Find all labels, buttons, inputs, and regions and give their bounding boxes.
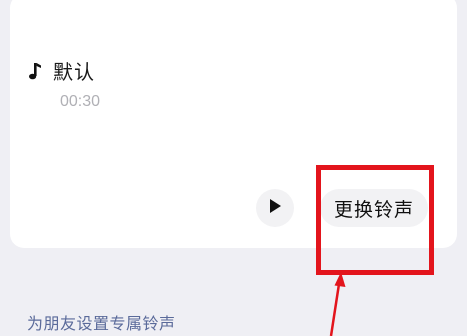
ringtone-duration: 00:30: [60, 93, 101, 110]
set-friend-ringtone-link[interactable]: 为朋友设置专属铃声: [27, 310, 176, 334]
play-button[interactable]: [256, 189, 294, 227]
ringtone-row: 默认: [27, 56, 95, 85]
change-ringtone-button[interactable]: 更换铃声: [320, 189, 428, 227]
music-note-icon: [27, 61, 43, 81]
play-icon: [268, 198, 282, 218]
ringtone-name: 默认: [53, 60, 95, 84]
